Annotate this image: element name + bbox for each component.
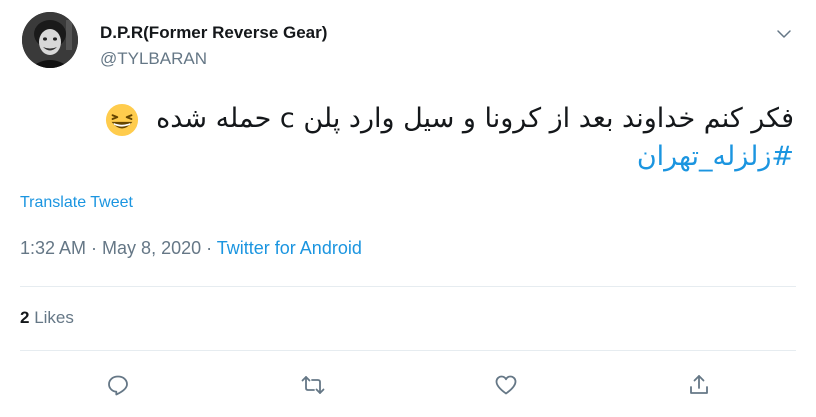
avatar[interactable]: [22, 12, 78, 68]
tweet-meta: 1:32 AM · May 8, 2020 · Twitter for Andr…: [20, 238, 362, 259]
like-icon: [495, 375, 517, 395]
likes-count: 2: [20, 308, 30, 327]
author-info: D.P.R(Former Reverse Gear) @TYLBARAN: [100, 22, 327, 70]
more-options-button[interactable]: [772, 22, 796, 46]
reply-icon: [108, 375, 128, 396]
tweet-time[interactable]: 1:32 AM: [20, 238, 86, 258]
tweet-date[interactable]: May 8, 2020: [102, 238, 201, 258]
likes-stat[interactable]: 2 Likes: [20, 308, 74, 328]
chevron-down-icon: [777, 30, 791, 38]
retweet-button[interactable]: [296, 368, 330, 402]
tweet-source-link[interactable]: Twitter for Android: [217, 238, 362, 258]
tweet-text-line-2: #زلزله_تهران: [24, 138, 794, 176]
tweet-actions: [0, 368, 816, 402]
meta-separator-2: ·: [201, 238, 217, 258]
likes-label: Likes: [34, 308, 74, 327]
hashtag-link[interactable]: #زلزله_تهران: [637, 141, 794, 172]
avatar-photo-icon: [22, 12, 78, 68]
reply-button[interactable]: [101, 368, 135, 402]
display-name[interactable]: D.P.R(Former Reverse Gear): [100, 22, 327, 44]
share-button[interactable]: [682, 368, 716, 402]
tweet-text-line-1: فکر کنم خداوند بعد از کرونا و سیل وارد پ…: [24, 100, 794, 138]
grinning-squinting-face-emoji-icon: [105, 103, 139, 137]
meta-separator: ·: [86, 238, 103, 258]
translate-tweet-link[interactable]: Translate Tweet: [20, 194, 133, 212]
retweet-icon: [301, 376, 325, 394]
tweet-text: فکر کنم خداوند بعد از کرونا و سیل وارد پ…: [24, 100, 794, 176]
user-handle[interactable]: @TYLBARAN: [100, 48, 327, 70]
tweet-body: فکر کنم خداوند بعد از کرونا و سیل وارد پ…: [156, 103, 794, 134]
like-button[interactable]: [489, 368, 523, 402]
divider: [20, 350, 796, 351]
divider: [20, 286, 796, 287]
share-icon: [690, 375, 708, 394]
